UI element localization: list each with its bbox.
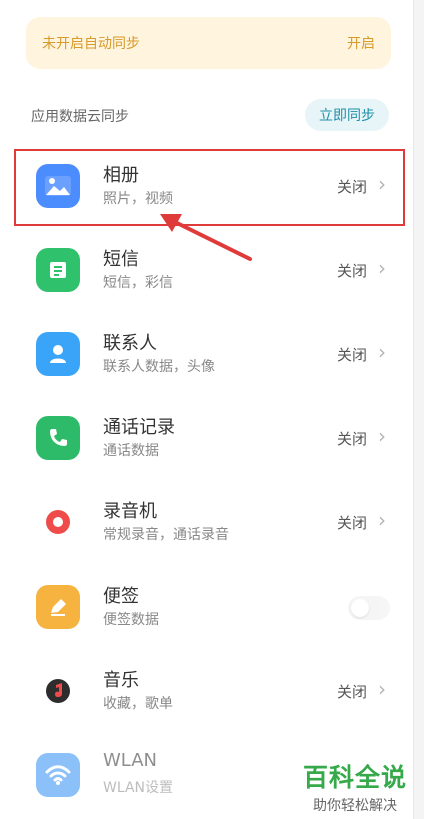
annotation-arrow <box>160 214 252 261</box>
watermark: 百科全说 助你轻松解决 <box>299 758 411 815</box>
watermark-title: 百科全说 <box>302 763 407 792</box>
watermark-subtitle: 助你轻松解决 <box>313 798 397 814</box>
